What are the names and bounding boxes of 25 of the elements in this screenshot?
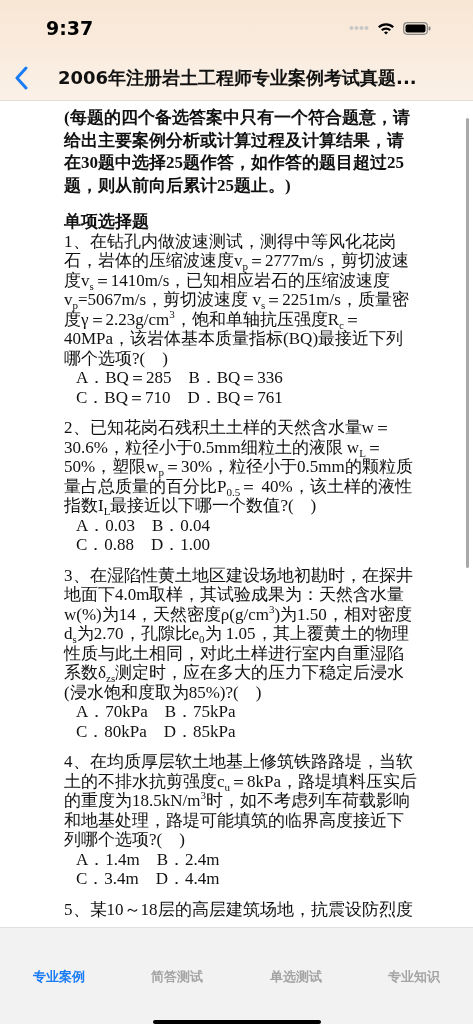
answer-options: A．0.03 B．0.04 <box>64 515 418 535</box>
answer-options: C．80kPa D．85kPa <box>64 721 418 741</box>
question-text: 1、在钻孔内做波速测试，测得中等风化花岗石，岩体的压缩波速度v$_{p}$＝2777m/s，剪切波速度v$_{s}$＝1410m/s，已知相应岩石的压缩波速度v$_{p}$=5067m/s，剪切波速度 v$_{s}$＝2251m/s，质量密度γ＝2.23g/cm$^{3}$，饱和单轴抗压强度R$_{c}$＝40MPa，该岩体基本质量指标(BQ)最接近下列哪个选项?( ) <box>64 231 410 368</box>
answer-options: A．70kPa B．75kPa <box>64 702 418 722</box>
question-text: 3、在湿陷性黄土地区建设场地初勘时，在探井地面下4.0m取样，其试验成果为：天然含水量w(%)为14，天然密度ρ(g/cm$^{3}$)为1.50，相对密度d$_{s}$为2.70，孔隙比e$_{0}$为 1.05，其上覆黄土的物理性质与此土相同，对此土样进行室内自重湿陷系数δ$_{zs}$测定时，应在多大的压力下稳定后浸水(浸水饱和度取为85%)?( ) <box>64 565 414 702</box>
back-icon[interactable] <box>14 66 28 90</box>
instruction-note: (每题的四个备选答案中只有一个符合题意，请给出主要案例分析或计算过程及计算结果，请在30题中选择25题作答，如作答的题目超过25题，则从前向后累计25题止。) <box>64 107 411 197</box>
nav-title: 2006年注册岩土工程师专业案例考试真题... <box>58 66 417 90</box>
answer-options: C．BQ＝710 D．BQ＝761 <box>64 387 418 407</box>
answer-options: A．1.4m B．2.4m <box>64 849 418 869</box>
answer-options: A．BQ＝285 B．BQ＝336 <box>64 368 418 388</box>
answer-options: C．0.88 D．1.00 <box>64 535 418 555</box>
signal-icon <box>349 25 369 31</box>
question-text: 4、在均质厚层软土地基上修筑铁路路堤，当软土的不排水抗剪强度c$_{u}$＝8kPa，路堤填料压实后的重度为18.5kN/m$^{3}$时，如不考虑列车荷载影响和地基处理，路堤可能填筑的临界高度接近下列哪个选项?( ) <box>64 752 418 850</box>
status-time: 9:37 <box>46 17 94 39</box>
wifi-icon <box>377 21 395 35</box>
tab[interactable]: 专业知识 <box>354 964 473 990</box>
question-text: 5、某10～18层的高层建筑场地，抗震设防烈度 <box>64 899 414 919</box>
tab[interactable]: 简答测试 <box>118 964 237 990</box>
answer-options: C．3.4m D．4.4m <box>64 869 418 889</box>
question-text: 2、已知花岗石残积土土样的天然含水量w＝30.6%，粒径小于0.5mm细粒土的液限 w$_{L}$＝50%，塑限w$_{p}$＝30%，粒径小于0.5mm的颗粒质量占总质量的百分比P$_{0.5}$＝ 40%，该土样的液性指数I$_{L}$最接近以下哪一个数值?( ) <box>64 418 414 516</box>
section-heading: 单项选择题 <box>64 212 150 232</box>
battery-icon <box>403 21 431 35</box>
tab[interactable]: 专业案例 <box>0 964 119 990</box>
tab[interactable]: 单选测试 <box>236 964 355 990</box>
